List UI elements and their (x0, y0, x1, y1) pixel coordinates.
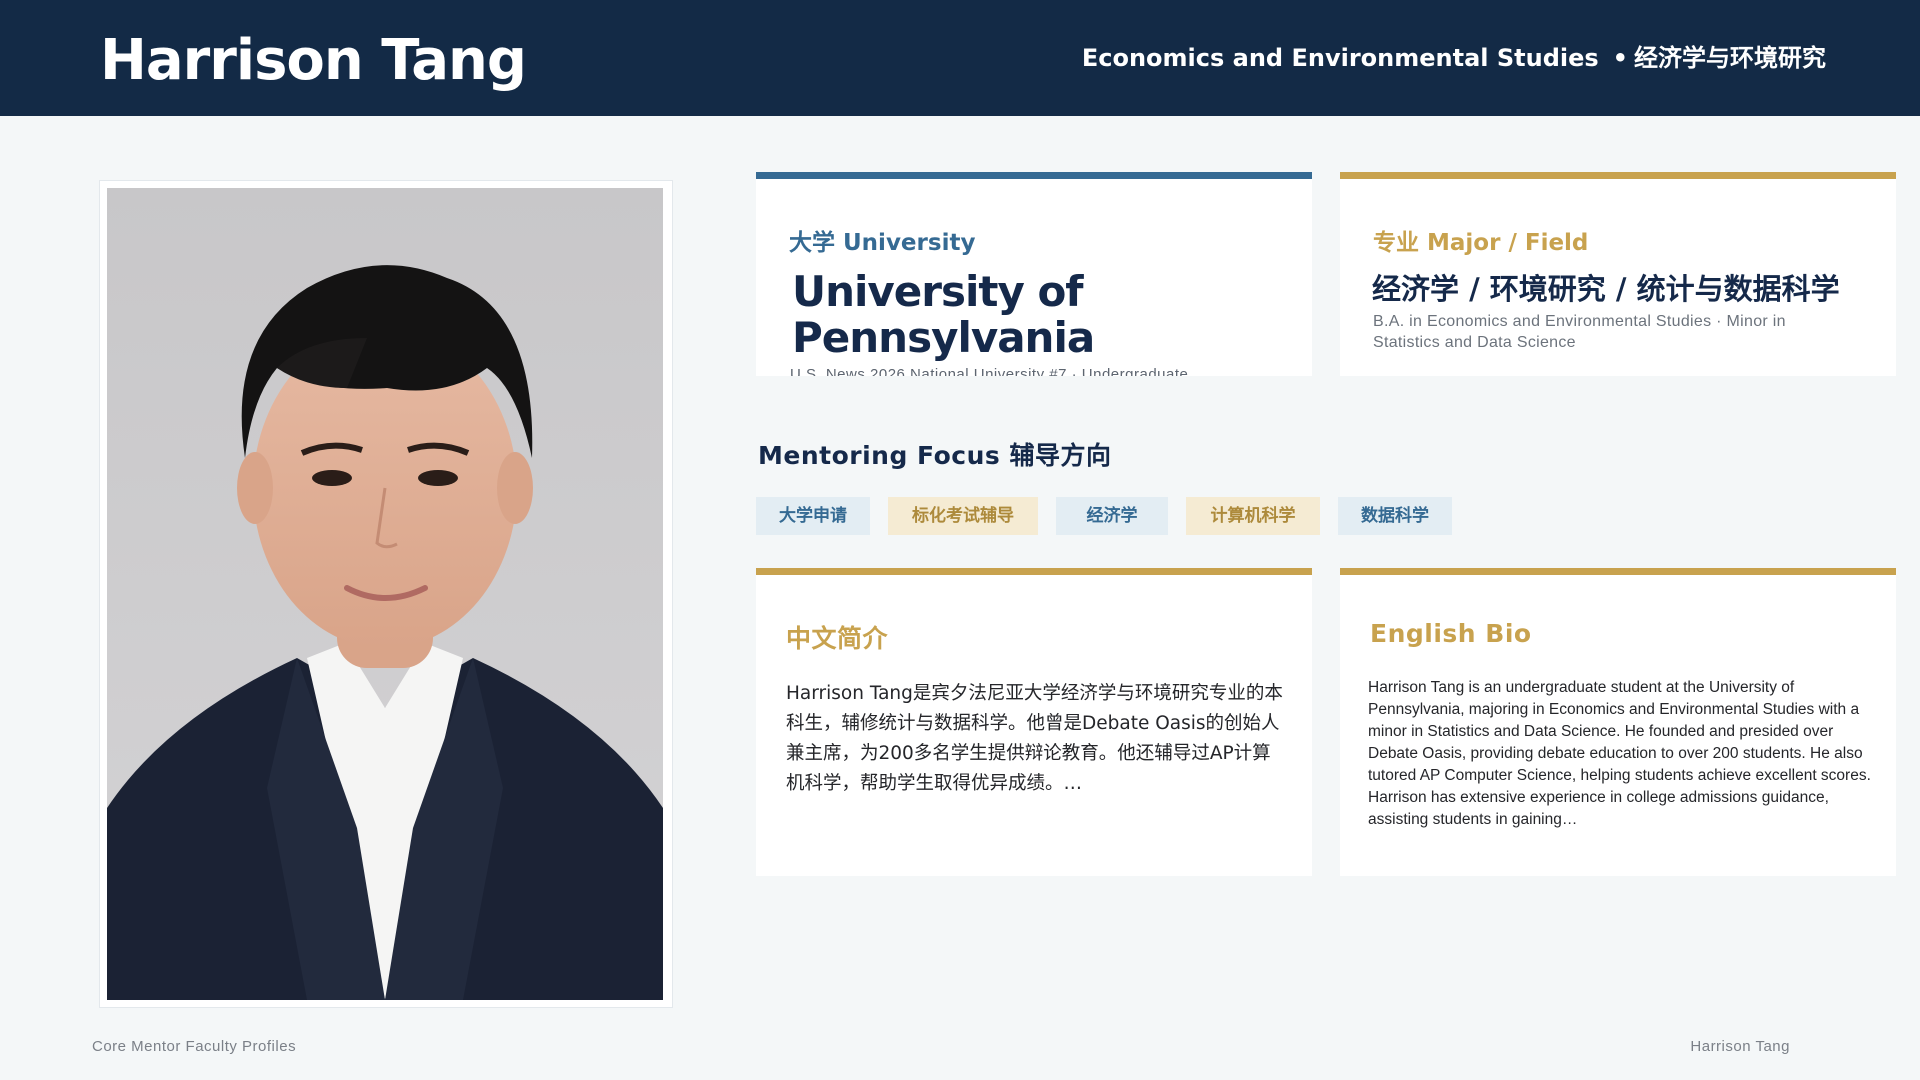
focus-tag: 数据科学 (1338, 497, 1452, 535)
profile-name: Harrison Tang (100, 28, 527, 93)
subtitle-cn: 经济学与环境研究 (1634, 44, 1826, 72)
header-bar: Harrison Tang Economics and Environmenta… (0, 0, 1920, 116)
major-card: 专业 Major / Field 经济学 / 环境研究 / 统计与数据科学 B.… (1340, 172, 1896, 376)
major-description: B.A. in Economics and Environmental Stud… (1373, 313, 1786, 351)
subtitle-en: Economics and Environmental Studies (1081, 44, 1599, 72)
focus-tag: 计算机科学 (1186, 497, 1320, 535)
footer-right: Harrison Tang (1690, 1038, 1790, 1055)
photo-frame (100, 181, 672, 1007)
university-label: 大学 University (789, 230, 976, 256)
focus-tag: 大学申请 (756, 497, 870, 535)
university-card: 大学 University University of Pennsylvania… (756, 172, 1312, 376)
chinese-bio-card: 中文简介 Harrison Tang是宾夕法尼亚大学经济学与环境研究专业的本科生… (756, 568, 1312, 876)
university-meta: U.S. News 2026 National University #7 · … (790, 366, 1189, 376)
footer-left: Core Mentor Faculty Profiles (92, 1038, 297, 1055)
university-name: University of Pennsylvania (792, 267, 1095, 362)
chinese-bio-title: 中文简介 (786, 624, 889, 653)
focus-tag: 经济学 (1056, 497, 1168, 535)
major-label: 专业 Major / Field (1373, 230, 1589, 256)
portrait-photo (107, 188, 663, 1000)
header-subtitle: Economics and Environmental Studies • 经济学与… (1082, 38, 1826, 73)
english-bio-card: English Bio Harrison Tang is an undergra… (1340, 568, 1896, 876)
major-title: 经济学 / 环境研究 / 统计与数据科学 (1372, 272, 1840, 306)
english-bio-text: Harrison Tang is an undergraduate studen… (1368, 679, 1871, 828)
chinese-bio-text: Harrison Tang是宾夕法尼亚大学经济学与环境研究专业的本科生，辅修统计… (786, 683, 1283, 794)
mentoring-focus-title: Mentoring Focus 辅导方向 (758, 441, 1112, 470)
focus-tag: 标化考试辅导 (888, 497, 1038, 535)
portrait-illustration (107, 188, 663, 1000)
subtitle-separator: • (1612, 44, 1628, 72)
english-bio-title: English Bio (1370, 619, 1532, 648)
